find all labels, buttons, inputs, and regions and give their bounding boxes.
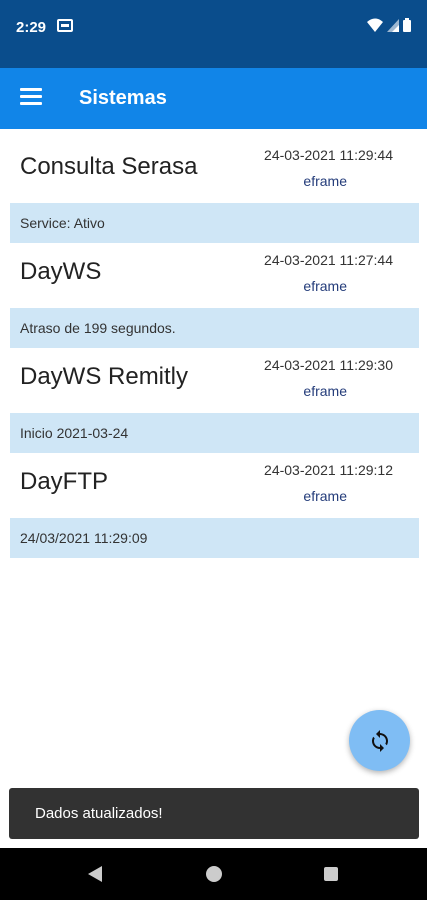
page-title: Sistemas [79,87,167,109]
status-bar: 2:29 [0,0,427,68]
system-user: eframe [303,383,347,399]
system-nav-bar [0,848,427,900]
menu-icon[interactable] [20,88,42,106]
back-icon[interactable] [88,866,102,882]
snackbar-message: Dados atualizados! [35,805,163,822]
refresh-button[interactable] [349,710,410,771]
system-datetime: 24-03-2021 11:29:44 [264,147,393,163]
system-status: Atraso de 199 segundos. [10,308,419,348]
system-datetime: 24-03-2021 11:29:12 [264,462,393,478]
refresh-icon [371,729,388,752]
status-icons [367,18,411,32]
system-status: 24/03/2021 11:29:09 [10,518,419,558]
system-name: Consulta Serasa [20,153,198,180]
battery-icon [403,18,411,32]
system-user: eframe [303,488,347,504]
system-status: Service: Ativo [10,203,419,243]
system-name: DayWS [20,258,102,285]
system-card-dayws-remitly[interactable]: DayWS Remitly 24-03-2021 11:29:30 eframe… [10,350,419,455]
system-user: eframe [303,173,347,189]
system-status: Inicio 2021-03-24 [10,413,419,453]
wifi-icon [367,18,383,32]
recents-icon[interactable] [324,867,338,881]
home-icon[interactable] [206,866,222,882]
system-datetime: 24-03-2021 11:27:44 [264,252,393,268]
systems-list: Consulta Serasa 24-03-2021 11:29:44 efra… [10,140,419,560]
snackbar: Dados atualizados! [9,788,419,839]
status-time: 2:29 [16,19,47,36]
system-datetime: 24-03-2021 11:29:30 [264,357,393,373]
system-card-consulta-serasa[interactable]: Consulta Serasa 24-03-2021 11:29:44 efra… [10,140,419,245]
system-card-dayftp[interactable]: DayFTP 24-03-2021 11:29:12 eframe 24/03/… [10,455,419,560]
system-name: DayFTP [20,468,109,495]
app-bar: Sistemas [0,68,427,129]
system-user: eframe [303,278,347,294]
image-notification-icon [57,19,73,32]
system-card-dayws[interactable]: DayWS 24-03-2021 11:27:44 eframe Atraso … [10,245,419,350]
signal-icon [387,18,399,32]
system-name: DayWS Remitly [20,363,189,390]
